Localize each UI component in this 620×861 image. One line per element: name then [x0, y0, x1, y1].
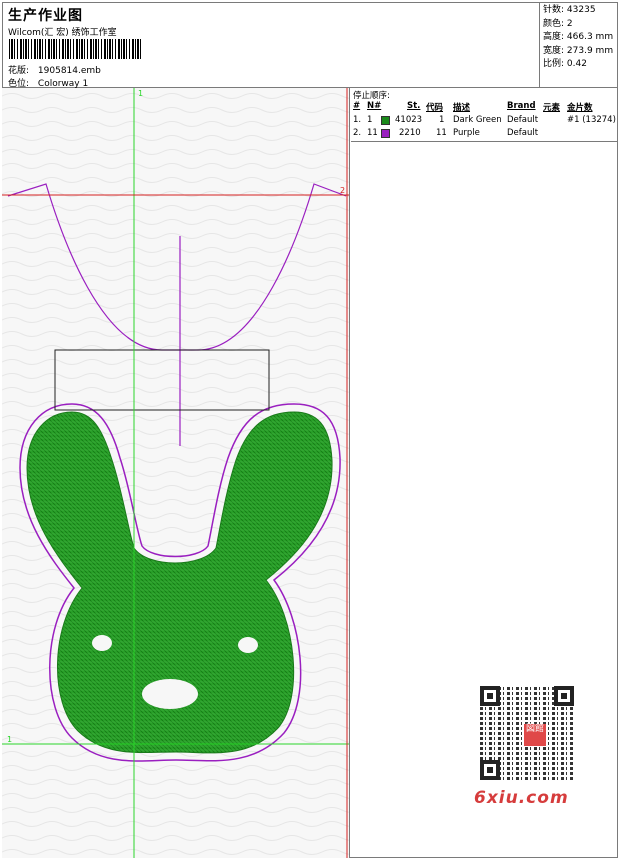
col-number: N#: [367, 101, 382, 111]
nose: [142, 679, 198, 709]
col-sequins: 金片数: [567, 103, 593, 113]
legend-row: 2. 11 2210 11 Purple Default: [353, 128, 539, 138]
col-code: 代码: [426, 103, 444, 113]
design-preview: 1 2 1: [2, 88, 350, 858]
sheet-header: 生产作业图 Wilcom(汇 宏) 绣饰工作室 花版: 1905814.emb …: [2, 2, 540, 89]
design-canvas: 1 2 1: [2, 88, 349, 858]
stat-stitches: 针数: 43235: [543, 5, 596, 15]
qr-code: 図館: [480, 686, 574, 780]
col-index: #: [353, 101, 361, 111]
stat-height: 高度: 466.3 mm: [543, 32, 614, 42]
stop-sequence-table: 停止顺序: # N# St. 代码 描述 Brand 元素 金片数 1. 1 4…: [351, 88, 618, 142]
col-element: 元素: [543, 103, 561, 113]
stat-width: 宽度: 273.9 mm: [543, 45, 614, 56]
col-brand: Brand: [507, 101, 536, 111]
watermark-site: 6xiu.com: [474, 788, 569, 808]
right-eye: [238, 637, 258, 653]
qr-finder-icon: [480, 686, 500, 706]
design-stats: 针数: 43235 颜色: 2 高度: 466.3 mm 宽度: 273.9 m…: [540, 2, 618, 88]
design-file-row: 花版: 1905814.emb: [8, 63, 101, 76]
studio-name: Wilcom(汇 宏) 绣饰工作室: [8, 28, 117, 38]
barcode: [9, 39, 141, 59]
stat-scale: 比例: 0.42: [543, 59, 587, 69]
stat-colors: 颜色: 2: [543, 18, 573, 29]
col-desc: 描述: [453, 103, 471, 113]
left-eye: [92, 635, 112, 651]
legend-header-row: # N# St. 代码 描述 Brand 元素 金片数: [351, 101, 618, 113]
marker-left: 1: [7, 735, 12, 744]
qr-finder-icon: [480, 760, 500, 780]
stop-sequence-label: 停止顺序:: [353, 91, 390, 101]
watermark-qr: 図館 6xiu.com: [470, 680, 586, 810]
color-swatch-green: [381, 116, 390, 125]
legend-row: 1. 1 41023 1 Dark Green Default #1 (1327…: [353, 115, 616, 125]
marker-right: 2: [340, 186, 345, 195]
col-stitches: St.: [407, 101, 421, 111]
marker-top: 1: [138, 89, 143, 98]
color-swatch-purple: [381, 129, 390, 138]
sheet-title: 生产作业图: [8, 8, 83, 24]
design-file-label: 花版:: [8, 66, 30, 76]
red-stamp: 図館: [524, 724, 546, 746]
design-file-value: 1905814.emb: [37, 66, 101, 76]
qr-finder-icon: [554, 686, 574, 706]
